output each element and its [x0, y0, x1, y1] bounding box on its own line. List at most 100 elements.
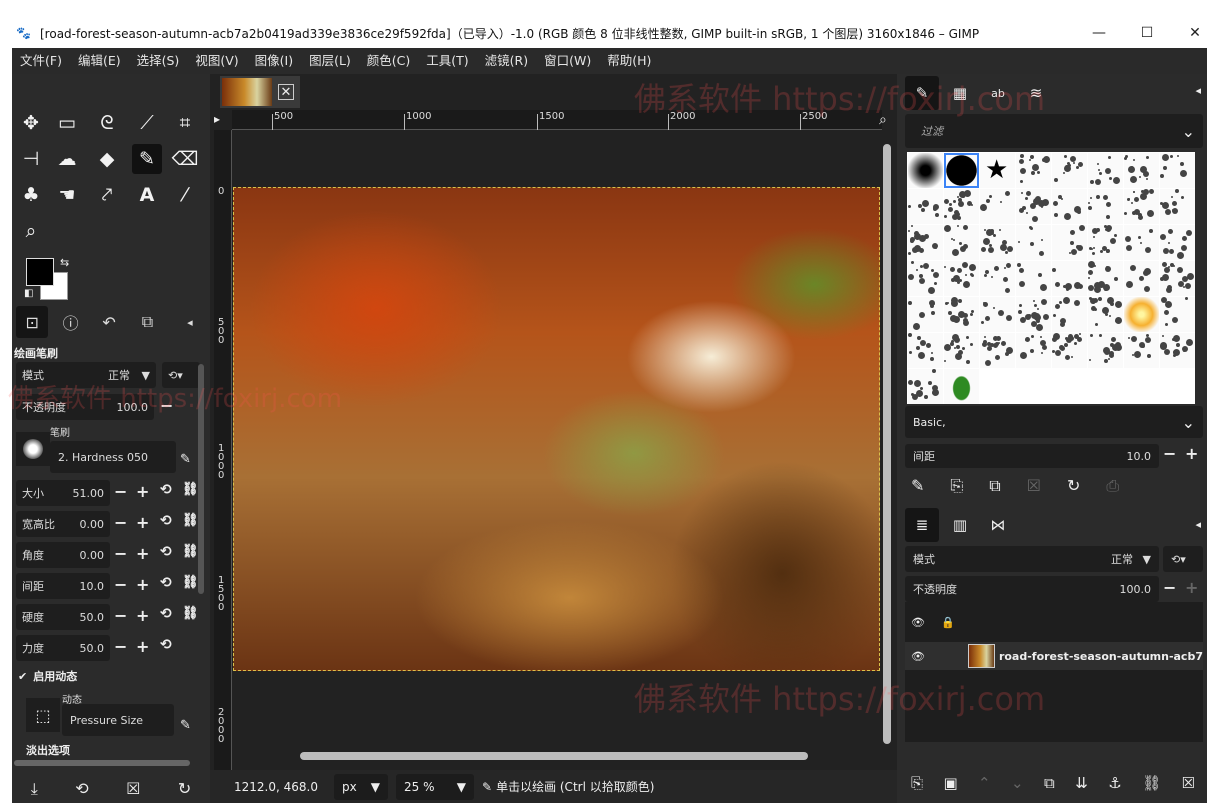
new-layer-group-icon[interactable]: ▣ — [943, 774, 957, 802]
edit-brush-icon[interactable]: ✎ — [911, 476, 924, 496]
menu-select[interactable]: 选择(S) — [129, 48, 188, 74]
reset-icon[interactable]: ⟲ — [160, 637, 172, 653]
clone-tool-icon[interactable]: ♣ — [16, 180, 46, 210]
brush-preset-cell[interactable] — [944, 369, 979, 404]
brush-preset-cell[interactable] — [1052, 225, 1087, 260]
brush-preset-cell[interactable]: ★ — [980, 153, 1015, 188]
delete-layer-icon[interactable]: ☒ — [1182, 774, 1195, 802]
brush-preset-cell[interactable] — [1124, 189, 1159, 224]
layer-row[interactable]: 👁 road-forest-season-autumn-acb7 — [905, 642, 1203, 670]
dynamics-name[interactable]: Pressure Size — [62, 704, 174, 736]
link-icon[interactable]: ⛓ — [182, 606, 199, 621]
foreground-color[interactable] — [26, 258, 54, 286]
anchor-layer-icon[interactable]: ⚓ — [1108, 774, 1121, 802]
reset-icon[interactable]: ⟲ — [160, 513, 172, 529]
patterns-tab-icon[interactable]: ▦ — [943, 76, 977, 110]
tool-options-tab-icon[interactable]: ⊡ — [16, 306, 49, 338]
brush-preset-cell[interactable] — [1160, 225, 1195, 260]
brush-preset-cell[interactable] — [1124, 225, 1159, 260]
text-tool-icon[interactable]: A — [132, 180, 162, 210]
unit-select[interactable]: px ▼ — [334, 773, 388, 800]
aspect-field[interactable]: 宽高比 0.00 — [16, 511, 110, 537]
vertical-ruler[interactable]: 0 5 0 0 1 0 0 0 1 5 0 0 2 0 0 0 — [214, 130, 232, 770]
dynamics-checkbox[interactable]: ✔ 启用动态 — [18, 668, 77, 684]
delete-brush-icon[interactable]: ☒ — [1027, 476, 1041, 496]
minus-icon[interactable]: − — [114, 544, 127, 563]
menu-filters[interactable]: 滤镜(R) — [477, 48, 536, 74]
plus-icon[interactable]: + — [136, 606, 149, 625]
transform-tool-icon[interactable]: ⊣ — [16, 144, 46, 174]
eraser-tool-icon[interactable]: ⌫ — [170, 144, 200, 174]
duplicate-layer-icon[interactable]: ⧉ — [1044, 774, 1055, 802]
canvas-vscrollbar[interactable] — [883, 144, 891, 744]
configure-tab-icon[interactable]: ◂ — [1195, 518, 1201, 531]
bucket-fill-tool-icon[interactable]: ◆ — [92, 144, 122, 174]
device-status-tab-icon[interactable]: ⓘ — [54, 306, 86, 338]
merge-layer-icon[interactable]: ⇊ — [1075, 774, 1088, 802]
minus-icon[interactable]: − — [160, 396, 173, 415]
spacing-field[interactable]: 间距 10.0 — [16, 573, 110, 599]
save-options-icon[interactable]: ⤓ — [31, 779, 38, 799]
link-icon[interactable]: ⛓ — [182, 482, 199, 497]
brush-preset-cell[interactable] — [980, 297, 1015, 332]
fonts-tab-icon[interactable]: ab — [981, 76, 1015, 110]
duplicate-brush-icon[interactable]: ⧉ — [989, 476, 1000, 496]
brushes-tab-icon[interactable]: ✎ — [905, 76, 939, 110]
swap-colors-icon[interactable]: ⇆ — [60, 256, 69, 269]
plus-icon[interactable]: + — [1185, 444, 1198, 463]
quick-mask-icon[interactable]: ▸ — [214, 112, 220, 126]
menu-windows[interactable]: 窗口(W) — [536, 48, 599, 74]
brush-preset-cell[interactable] — [944, 297, 979, 332]
brush-preset-cell[interactable] — [1160, 297, 1195, 332]
close-button[interactable]: ✕ — [1171, 18, 1219, 48]
brush-preset-cell[interactable] — [944, 261, 979, 296]
brush-preset-cell[interactable] — [1052, 153, 1087, 188]
menu-edit[interactable]: 编辑(E) — [70, 48, 129, 74]
angle-field[interactable]: 角度 0.00 — [16, 542, 110, 568]
brush-preset-cell[interactable] — [1052, 261, 1087, 296]
reset-icon[interactable]: ⟲ — [160, 482, 172, 498]
brush-preset-cell[interactable] — [944, 153, 979, 188]
menu-help[interactable]: 帮助(H) — [599, 48, 659, 74]
brush-preset-cell[interactable] — [908, 369, 943, 404]
brush-preset-cell[interactable] — [1160, 189, 1195, 224]
brush-preset-cell[interactable] — [908, 225, 943, 260]
mode-select[interactable]: 模式 正常 ▼ — [16, 362, 156, 388]
fuzzy-select-tool-icon[interactable]: ⟋ — [132, 108, 162, 138]
refresh-brushes-icon[interactable]: ↻ — [1067, 476, 1080, 496]
hardness-field[interactable]: 硬度 50.0 — [16, 604, 110, 630]
minus-icon[interactable]: − — [114, 575, 127, 594]
brush-preset-cell[interactable] — [1088, 153, 1123, 188]
document-history-tab-icon[interactable]: ≋ — [1019, 76, 1053, 110]
plus-icon[interactable]: + — [1185, 578, 1198, 597]
crop-tool-icon[interactable]: ⌗ — [170, 108, 200, 138]
path-tool-icon[interactable]: ⤤ — [92, 180, 122, 210]
layers-tab-icon[interactable]: ≣ — [905, 508, 939, 542]
brush-preset-cell[interactable] — [1088, 225, 1123, 260]
edit-dynamics-icon[interactable]: ✎ — [180, 718, 191, 733]
dynamics-preview[interactable]: ⬚ — [26, 698, 60, 732]
default-colors-icon[interactable]: ◧ — [24, 288, 33, 299]
menu-file[interactable]: 文件(F) — [12, 48, 70, 74]
close-image-icon[interactable]: ✕ — [278, 84, 294, 100]
undo-history-tab-icon[interactable]: ↶ — [93, 306, 125, 338]
visibility-header-icon[interactable]: 👁 — [911, 616, 941, 629]
brush-tag-select[interactable]: Basic, ⌄ — [905, 406, 1203, 438]
plus-icon[interactable]: + — [136, 575, 149, 594]
brush-preset-cell[interactable] — [1052, 333, 1087, 368]
brush-preset-cell[interactable] — [944, 333, 979, 368]
brush-preview[interactable] — [16, 432, 50, 466]
canvas-image[interactable] — [233, 187, 880, 671]
link-icon[interactable]: ⛓ — [182, 544, 199, 559]
tool-options-scrollbar[interactable] — [198, 364, 204, 594]
link-icon[interactable]: ⛓ — [182, 575, 199, 590]
chevron-down-icon[interactable]: ⌄ — [1182, 122, 1195, 141]
menu-view[interactable]: 视图(V) — [187, 48, 246, 74]
brush-grid[interactable]: ★ — [907, 152, 1195, 404]
reset-icon[interactable]: ⟲ — [160, 575, 172, 591]
edit-brush-icon[interactable]: ✎ — [180, 452, 191, 467]
brush-preset-cell[interactable] — [1160, 261, 1195, 296]
configure-tab-icon[interactable]: ◂ — [1195, 84, 1201, 97]
new-brush-icon[interactable]: ⎘ — [950, 476, 963, 496]
paintbrush-tool-icon[interactable]: ✎ — [132, 144, 162, 174]
